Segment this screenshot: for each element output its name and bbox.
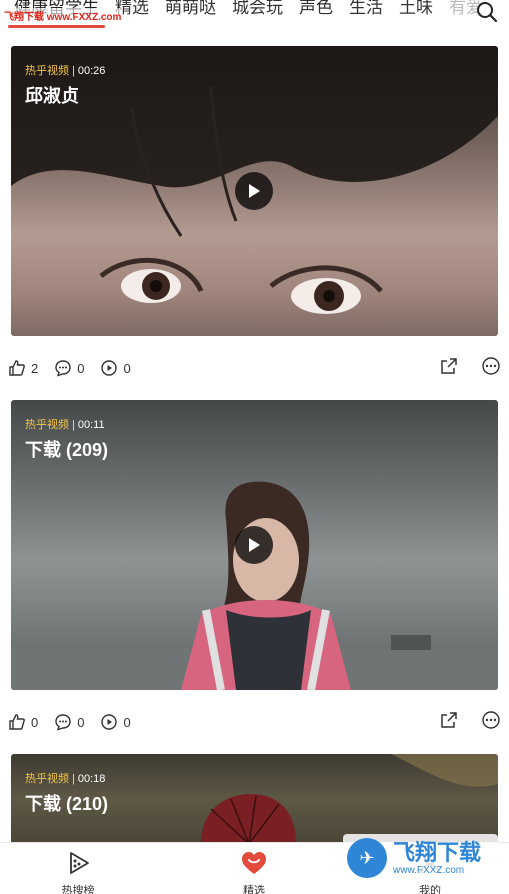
play-count-value: 0 — [123, 714, 131, 730]
comment-icon — [55, 360, 71, 377]
tab-2[interactable]: 萌萌哒 — [157, 0, 224, 20]
comment-button[interactable]: 0 — [54, 713, 84, 731]
watermark-logo-icon: ✈ — [347, 838, 387, 878]
share-icon[interactable] — [439, 710, 459, 730]
play-icon — [249, 538, 260, 552]
comment-icon — [55, 714, 71, 731]
card-extra-actions — [439, 356, 501, 376]
video-title: 下载 (210) — [25, 794, 109, 814]
video-thumbnail[interactable]: 热乎视频 | 00:18 下载 (210) — [11, 754, 498, 844]
like-button[interactable]: 2 — [8, 359, 38, 377]
play-icon — [249, 184, 260, 198]
video-thumbnail[interactable]: 热乎视频 | 00:26 邱淑贞 — [11, 46, 498, 336]
tab-3[interactable]: 城会玩 — [224, 0, 291, 20]
comment-button[interactable]: 0 — [54, 359, 84, 377]
thumbs-up-icon — [9, 714, 25, 730]
tab-5[interactable]: 生活 — [341, 0, 391, 20]
card-actions: 0 0 0 — [0, 690, 509, 754]
search-icon[interactable] — [475, 0, 499, 24]
nav-label: 精选 — [243, 885, 265, 894]
play-button[interactable] — [235, 172, 273, 210]
nav-hot-search[interactable]: 热搜榜 — [38, 849, 118, 894]
comment-count: 0 — [77, 714, 85, 730]
video-meta: 热乎视频 | 00:26 — [25, 65, 106, 77]
play-button[interactable] — [235, 526, 273, 564]
video-feed: 热乎视频 | 00:26 邱淑贞 2 0 0 热乎视频 | 00:11 下载 (… — [0, 46, 509, 844]
video-source: 热乎视频 — [25, 65, 69, 77]
card-actions: 2 0 0 — [0, 336, 509, 400]
share-icon[interactable] — [439, 356, 459, 376]
video-duration: 00:18 — [77, 773, 106, 785]
nav-label: 我的 — [419, 885, 441, 894]
watermark-bottom: ✈ 飞翔下载 www.FXXZ.com — [343, 834, 498, 882]
watermark-url: www.FXXZ.com — [393, 864, 465, 876]
top-tab-bar: 健康留学生 精选 萌萌哒 城会玩 声色 生活 土味 有爱 飞翔下载 www.FX… — [0, 0, 509, 40]
video-source: 热乎视频 — [25, 419, 69, 431]
more-icon[interactable] — [481, 710, 501, 730]
card-extra-actions — [439, 710, 501, 730]
video-duration: 00:26 — [77, 65, 106, 77]
play-list-icon — [70, 852, 89, 874]
watermark-title: 飞翔下载 — [393, 839, 482, 865]
watermark-top: 飞翔下载 www.FXXZ.com — [4, 8, 122, 23]
video-card: 热乎视频 | 00:18 下载 (210) — [0, 754, 509, 844]
play-count: 0 — [100, 713, 131, 731]
like-count: 0 — [31, 714, 39, 730]
video-duration: 00:11 — [77, 419, 105, 431]
play-count-value: 0 — [123, 360, 131, 376]
video-card: 热乎视频 | 00:11 下载 (209) 0 0 0 — [0, 400, 509, 754]
video-title: 下载 (209) — [25, 440, 109, 460]
tab-4[interactable]: 声色 — [291, 0, 341, 20]
video-meta: 热乎视频 | 00:18 — [25, 773, 106, 785]
play-circle-icon — [101, 714, 118, 730]
video-source: 热乎视频 — [25, 773, 69, 785]
more-icon[interactable] — [481, 356, 501, 376]
like-button[interactable]: 0 — [8, 713, 38, 731]
comment-count: 0 — [77, 360, 85, 376]
app-screen: 健康留学生 精选 萌萌哒 城会玩 声色 生活 土味 有爱 飞翔下载 www.FX… — [0, 0, 509, 894]
play-circle-icon — [101, 360, 118, 376]
heart-icon — [242, 852, 266, 874]
play-count: 0 — [100, 359, 131, 377]
tab-6[interactable]: 土味 — [391, 0, 441, 20]
video-meta: 热乎视频 | 00:11 — [25, 419, 105, 431]
nav-label: 热搜榜 — [61, 885, 95, 894]
thumbs-up-icon — [9, 360, 25, 376]
video-card: 热乎视频 | 00:26 邱淑贞 2 0 0 — [0, 46, 509, 400]
nav-featured[interactable]: 精选 — [214, 849, 294, 894]
like-count: 2 — [31, 360, 39, 376]
video-thumbnail[interactable]: 热乎视频 | 00:11 下载 (209) — [11, 400, 498, 690]
video-title: 邱淑贞 — [25, 86, 79, 106]
